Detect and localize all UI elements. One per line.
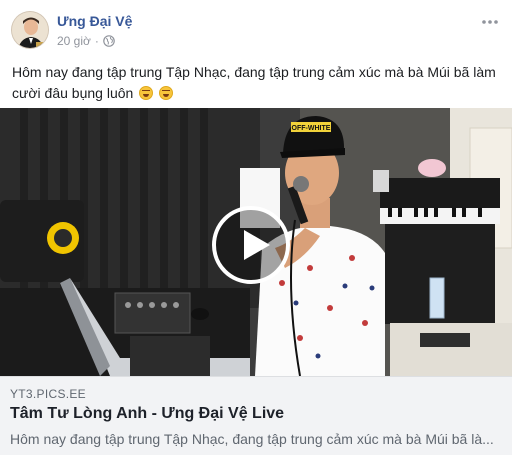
post-time[interactable]: 20 giờ [57,34,91,48]
post-meta: 20 giờ · [57,34,115,48]
facebook-post: Ưng Đại Vệ 20 giờ · Hôm nay đang tập tru… [0,0,512,455]
post-text-content: Hôm nay đang tập trung Tập Nhạc, đang tậ… [12,64,496,101]
link-title[interactable]: Tâm Tư Lòng Anh - Ưng Đại Vệ Live [10,405,284,423]
author-name[interactable]: Ưng Đại Vệ [57,13,132,29]
link-preview[interactable]: YT3.PICS.EE Tâm Tư Lòng Anh - Ưng Đại Vệ… [0,376,512,455]
more-options-button[interactable] [480,12,500,32]
rolling-laughing-emoji-icon [159,86,174,100]
link-domain: YT3.PICS.EE [10,387,86,401]
link-description: Hôm nay đang tập trung Tập Nhạc, đang tậ… [10,431,494,447]
cap-logo-text: OFF-WHITE [292,125,331,132]
more-options-icon [482,20,498,24]
meta-separator: · [94,34,99,48]
play-button[interactable] [212,206,290,284]
post-header: Ưng Đại Vệ 20 giờ · [0,0,512,56]
post-text: Hôm nay đang tập trung Tập Nhạc, đang tậ… [12,62,500,104]
globe-icon [103,35,115,47]
author-avatar[interactable] [11,11,49,49]
rolling-laughing-emoji-icon [139,86,154,100]
avatar-image [12,12,48,48]
video-player[interactable]: OFF-WHITE [0,108,512,376]
